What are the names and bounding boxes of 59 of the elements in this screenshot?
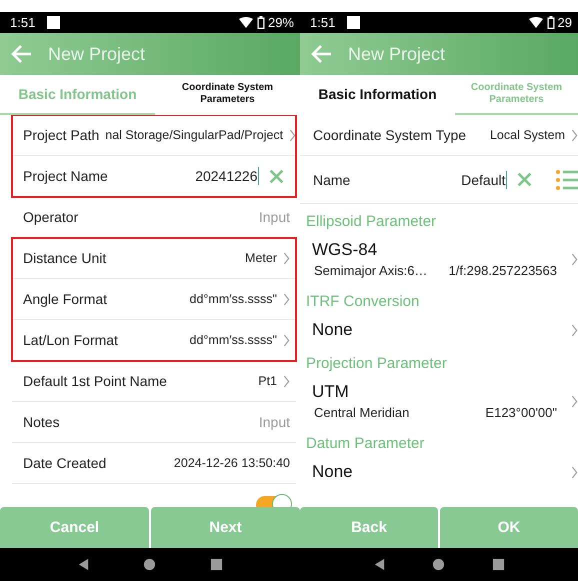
status-time: 1:51 xyxy=(310,15,336,30)
notification-icon xyxy=(347,16,360,29)
row-value[interactable]: Pt1 xyxy=(258,374,277,388)
item-title[interactable]: WGS-84 xyxy=(312,240,571,260)
item-title[interactable]: None xyxy=(312,462,571,482)
battery-level: 29 xyxy=(558,15,572,30)
row-label: Distance Unit xyxy=(23,250,106,266)
row-value[interactable]: Local System xyxy=(490,128,565,142)
item-detail: 1/f:298.257223563 xyxy=(448,263,557,278)
status-time: 1:51 xyxy=(10,15,36,30)
battery-icon xyxy=(256,16,265,29)
row-value[interactable]: 2024-12-26 13:50:40 xyxy=(174,456,290,470)
item-title[interactable]: None xyxy=(312,320,571,340)
section-header: Projection Parameter xyxy=(305,354,448,374)
text-field[interactable]: 20241226 xyxy=(195,168,258,184)
chevron-icon xyxy=(571,252,578,266)
row-label: Coordinate System Type xyxy=(313,127,466,143)
tab[interactable]: Coordinate System Parameters xyxy=(155,75,300,115)
input-field[interactable]: Input xyxy=(210,414,290,430)
back-icon[interactable] xyxy=(373,558,386,571)
screen-title: New Project xyxy=(48,44,146,64)
row-value[interactable]: Meter xyxy=(245,251,277,265)
row-label: Notes xyxy=(23,414,60,430)
recents-icon[interactable] xyxy=(492,558,505,571)
screen-title: New Project xyxy=(348,44,446,64)
wifi-icon xyxy=(528,17,543,28)
text-field[interactable]: Default xyxy=(461,172,506,188)
row-label: Lat/Lon Format xyxy=(23,332,118,348)
item-detail: Central Meridian xyxy=(314,405,410,420)
battery-icon xyxy=(546,16,555,29)
row-label: Date Created xyxy=(23,455,106,471)
home-icon[interactable] xyxy=(143,558,156,571)
home-icon[interactable] xyxy=(432,558,446,571)
wifi-icon xyxy=(238,17,253,28)
row-value[interactable]: dd°mm′ss.ssss" xyxy=(190,292,277,306)
row-value[interactable]: dd°mm′ss.ssss" xyxy=(190,333,277,347)
item-detail: E123°00'00" xyxy=(485,405,557,420)
row-label: Operator xyxy=(23,209,78,225)
battery-level: 29% xyxy=(268,15,294,30)
row-label: Project Name xyxy=(23,168,108,184)
input-field[interactable]: Input xyxy=(210,209,290,225)
chevron-icon xyxy=(571,466,578,478)
back-icon[interactable] xyxy=(76,558,90,571)
item-detail: Semimajor Axis:6… xyxy=(314,263,428,278)
chevron-icon xyxy=(571,394,578,408)
row-label: Angle Format xyxy=(23,291,108,307)
item-title[interactable]: UTM xyxy=(312,382,571,402)
tab[interactable]: Basic Information xyxy=(300,75,455,115)
recents-icon[interactable] xyxy=(210,558,224,571)
section-header: Datum Parameter xyxy=(305,434,426,454)
row-label: Name xyxy=(313,172,350,188)
chevron-icon xyxy=(571,324,578,336)
row-label: Default 1st Point Name xyxy=(23,373,167,389)
section-header: ITRF Conversion xyxy=(305,292,420,312)
checklist-icon[interactable] xyxy=(556,170,578,190)
row-value[interactable]: nal Storage/SingularPad/Project xyxy=(105,128,284,142)
notification-icon xyxy=(47,16,60,29)
section-header: Ellipsoid Parameter xyxy=(305,212,438,232)
row-label: Project Path xyxy=(23,127,100,143)
